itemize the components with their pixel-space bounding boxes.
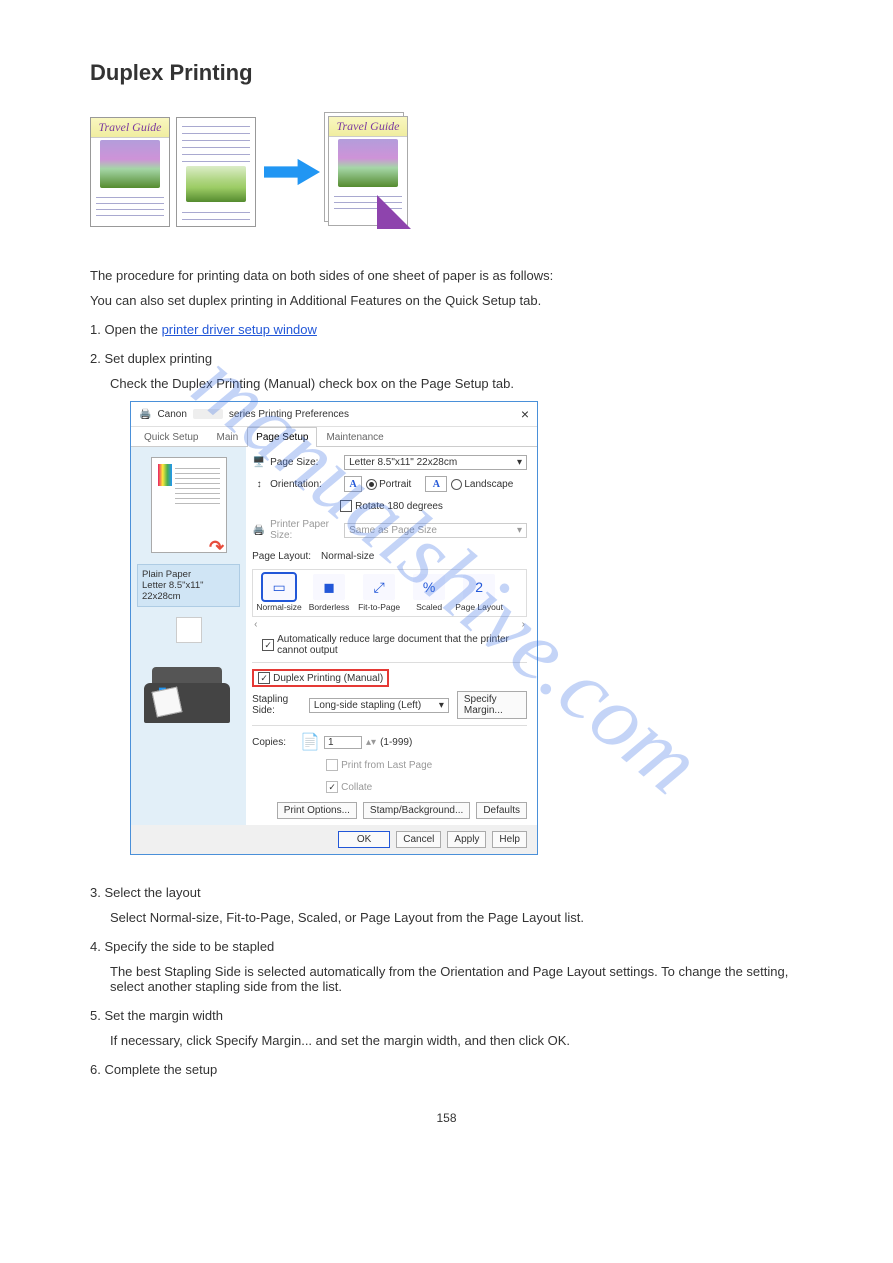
apply-button[interactable]: Apply (447, 831, 486, 848)
chevron-down-icon: ▾ (517, 457, 522, 468)
portrait-icon: A (344, 476, 362, 492)
arrow-right-icon (262, 158, 322, 186)
step-6-title: 6. Complete the setup (90, 1062, 803, 1077)
printer-illustration: ⬇ (144, 653, 234, 723)
scroll-left-icon[interactable]: ‹ (254, 619, 257, 630)
copies-label: Copies: (252, 737, 296, 748)
redacted-model (193, 409, 223, 419)
step-3-body: Select Normal-size, Fit-to-Page, Scaled,… (110, 910, 803, 925)
auto-reduce-checkbox[interactable]: Automatically reduce large document that… (262, 634, 527, 656)
print-last-page-checkbox: Print from Last Page (326, 759, 432, 771)
print-options-button[interactable]: Print Options... (277, 802, 357, 819)
orientation-label: Orientation: (270, 479, 340, 490)
step-5-body: If necessary, click Specify Margin... an… (110, 1033, 803, 1048)
illust-header: Travel Guide (91, 118, 169, 138)
page-layout-label: Page Layout: (252, 551, 311, 562)
illust-folded-output: Travel Guide (328, 116, 410, 228)
cancel-button[interactable]: Cancel (396, 831, 441, 848)
copies-input[interactable]: 1 (324, 736, 362, 749)
duplex-highlight: Duplex Printing (Manual) (252, 669, 389, 687)
chevron-down-icon: ▾ (439, 700, 444, 711)
collate-checkbox: Collate (326, 781, 372, 793)
duplex-printing-checkbox[interactable]: Duplex Printing (Manual) (258, 672, 383, 684)
tab-page-setup[interactable]: Page Setup (247, 427, 317, 447)
page-layout-list[interactable]: ▭Normal-size ◼Borderless ⤢Fit-to-Page %S… (252, 569, 527, 617)
layout-fit-to-page[interactable]: ⤢Fit-to-Page (355, 574, 403, 612)
page-number: 158 (436, 1111, 456, 1125)
chevron-down-icon: ▾ (517, 525, 522, 536)
layout-scaled[interactable]: %Scaled (405, 574, 453, 612)
rotate-180-checkbox[interactable]: Rotate 180 degrees (340, 500, 443, 512)
preview-paper-size: Letter 8.5"x11" 22x28cm (142, 580, 235, 602)
illust-page-front: Travel Guide (90, 117, 170, 227)
scroll-right-icon[interactable]: › (522, 619, 525, 630)
step-2-body: Check the Duplex Printing (Manual) check… (110, 376, 803, 391)
step-4-title: 4. Specify the side to be stapled (90, 939, 803, 954)
page-title: Duplex Printing (90, 60, 803, 86)
page-size-select[interactable]: Letter 8.5"x11" 22x28cm▾ (344, 455, 527, 470)
illust-header-2: Travel Guide (329, 117, 407, 137)
tab-main[interactable]: Main (207, 427, 247, 447)
copies-spin-icon[interactable]: ▴▾ (366, 737, 376, 748)
layout-page-layout[interactable]: 2Page Layout (455, 574, 503, 612)
printer-small-icon: 🖨️ (252, 523, 266, 537)
defaults-button[interactable]: Defaults (476, 802, 527, 819)
step-4-body: The best Stapling Side is selected autom… (110, 964, 803, 994)
printing-preferences-dialog: 🖨️ Canon series Printing Preferences × Q… (130, 401, 538, 855)
ok-button[interactable]: OK (338, 831, 390, 848)
printer-paper-label: Printer Paper Size: (270, 519, 340, 541)
orientation-landscape-radio[interactable]: Landscape (451, 479, 513, 490)
step-1-title: 1. Open the printer driver setup window (90, 322, 803, 337)
also-set-hint: You can also set duplex printing in Addi… (90, 293, 803, 308)
paper-info-box: Plain Paper Letter 8.5"x11" 22x28cm (137, 564, 240, 607)
duplex-illustration: Travel Guide Travel Guide (90, 116, 803, 228)
flip-arrow-icon: ↷ (209, 537, 224, 558)
driver-setup-link[interactable]: printer driver setup window (162, 322, 317, 337)
tab-maintenance[interactable]: Maintenance (317, 427, 392, 447)
tab-quick-setup[interactable]: Quick Setup (135, 427, 207, 447)
blank-preview-box (176, 617, 202, 643)
dialog-title-prefix: Canon (157, 409, 186, 420)
printer-paper-select: Same as Page Size▾ (344, 523, 527, 538)
page-size-label: Page Size: (270, 457, 340, 468)
illust-page-back (176, 117, 256, 227)
stapling-side-select[interactable]: Long-side stapling (Left)▾ (309, 698, 449, 713)
landscape-icon: A (425, 476, 447, 492)
monitor-icon: 🖥️ (252, 455, 266, 469)
close-icon[interactable]: × (521, 406, 529, 422)
layout-borderless[interactable]: ◼Borderless (305, 574, 353, 612)
specify-margin-button[interactable]: Specify Margin... (457, 691, 527, 719)
layout-normal-size[interactable]: ▭Normal-size (255, 574, 303, 612)
page-layout-value: Normal-size (321, 551, 374, 562)
copies-range: (1-999) (380, 737, 412, 748)
copies-icon: 📄 (300, 732, 320, 752)
printer-icon: 🖨️ (139, 409, 151, 420)
step-3-title: 3. Select the layout (90, 885, 803, 900)
procedure-intro: The procedure for printing data on both … (90, 268, 803, 283)
preview-paper-type: Plain Paper (142, 569, 235, 580)
step-2-title: 2. Set duplex printing (90, 351, 803, 366)
orientation-icon: ↕ (252, 477, 266, 491)
help-button[interactable]: Help (492, 831, 527, 848)
stapling-side-label: Stapling Side: (252, 694, 305, 716)
orientation-portrait-radio[interactable]: Portrait (366, 479, 411, 490)
tab-bar: Quick Setup Main Page Setup Maintenance (131, 427, 537, 447)
step-5-title: 5. Set the margin width (90, 1008, 803, 1023)
dialog-title-suffix: series Printing Preferences (229, 409, 349, 420)
stamp-background-button[interactable]: Stamp/Background... (363, 802, 470, 819)
